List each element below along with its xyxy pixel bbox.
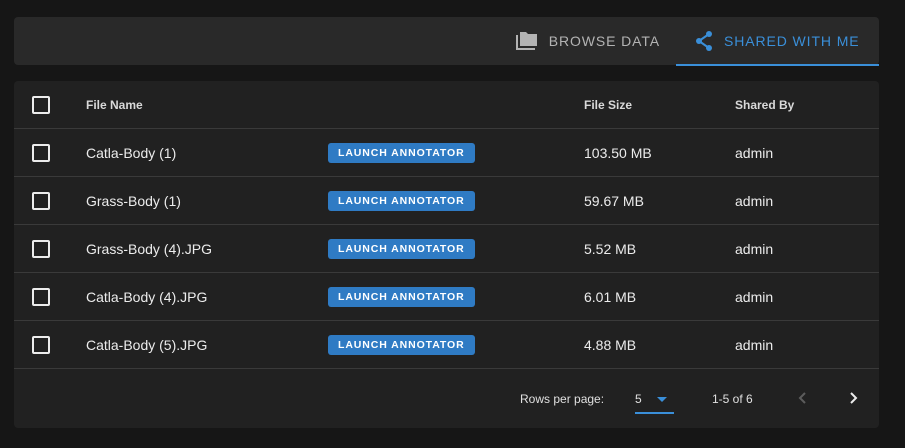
row-checkbox[interactable] xyxy=(32,273,52,321)
previous-page-button[interactable] xyxy=(793,373,813,425)
rows-per-page-select[interactable]: 5 xyxy=(635,373,674,425)
rows-per-page-value: 5 xyxy=(635,392,642,406)
file-name: Catla-Body (5).JPG xyxy=(86,337,208,353)
tab-browse-data-label: BROWSE DATA xyxy=(548,33,660,49)
launch-annotator-button[interactable]: LAUNCH ANNOTATOR xyxy=(328,143,475,163)
file-size: 5.52 MB xyxy=(584,241,637,257)
shared-by: admin xyxy=(735,337,774,353)
table-pagination: Rows per page: 5 1-5 of 6 xyxy=(14,373,879,425)
chevron-left-icon xyxy=(797,391,809,408)
next-page-button[interactable] xyxy=(843,373,863,425)
table-row[interactable]: Catla-Body (1) LAUNCH ANNOTATOR 103.50 M… xyxy=(14,129,879,177)
shared-files-table: File Name File Size Shared By Catla-Body… xyxy=(14,81,879,428)
rows-per-page-label: Rows per page: xyxy=(520,392,605,406)
file-size: 103.50 MB xyxy=(584,145,652,161)
table-header-row: File Name File Size Shared By xyxy=(14,81,879,129)
file-name: Grass-Body (1) xyxy=(86,193,181,209)
tab-shared-with-me-label: SHARED WITH ME xyxy=(724,33,860,49)
table-row[interactable]: Grass-Body (4).JPG LAUNCH ANNOTATOR 5.52… xyxy=(14,225,879,273)
folder-icon xyxy=(515,30,539,52)
tab-shared-with-me[interactable]: SHARED WITH ME xyxy=(676,17,879,66)
table-row[interactable]: Grass-Body (1) LAUNCH ANNOTATOR 59.67 MB… xyxy=(14,177,879,225)
row-checkbox[interactable] xyxy=(32,129,52,177)
file-size: 6.01 MB xyxy=(584,289,637,305)
file-name: Grass-Body (4).JPG xyxy=(86,241,213,257)
chevron-right-icon xyxy=(847,391,859,408)
dropdown-arrow-icon xyxy=(657,397,667,402)
tab-bar: BROWSE DATA SHARED WITH ME xyxy=(14,17,879,66)
file-name: Catla-Body (4).JPG xyxy=(86,289,208,305)
pagination-range: 1-5 of 6 xyxy=(712,392,753,406)
row-checkbox[interactable] xyxy=(32,225,52,273)
launch-annotator-button[interactable]: LAUNCH ANNOTATOR xyxy=(328,191,475,211)
table-row[interactable]: Catla-Body (5).JPG LAUNCH ANNOTATOR 4.88… xyxy=(14,321,879,369)
file-size: 59.67 MB xyxy=(584,193,644,209)
row-checkbox[interactable] xyxy=(32,177,52,225)
shared-by: admin xyxy=(735,193,774,209)
column-header-file-name[interactable]: File Name xyxy=(86,81,143,129)
select-all-checkbox[interactable] xyxy=(32,81,52,129)
share-icon xyxy=(694,30,714,52)
shared-by: admin xyxy=(735,289,774,305)
column-header-shared-by[interactable]: Shared By xyxy=(735,81,794,129)
shared-by: admin xyxy=(735,145,774,161)
table-row[interactable]: Catla-Body (4).JPG LAUNCH ANNOTATOR 6.01… xyxy=(14,273,879,321)
file-size: 4.88 MB xyxy=(584,337,637,353)
column-header-file-size[interactable]: File Size xyxy=(584,81,632,129)
tab-browse-data[interactable]: BROWSE DATA xyxy=(515,17,676,65)
shared-by: admin xyxy=(735,241,774,257)
launch-annotator-button[interactable]: LAUNCH ANNOTATOR xyxy=(328,287,475,307)
file-name: Catla-Body (1) xyxy=(86,145,177,161)
row-checkbox[interactable] xyxy=(32,321,52,369)
launch-annotator-button[interactable]: LAUNCH ANNOTATOR xyxy=(328,239,475,259)
launch-annotator-button[interactable]: LAUNCH ANNOTATOR xyxy=(328,335,475,355)
